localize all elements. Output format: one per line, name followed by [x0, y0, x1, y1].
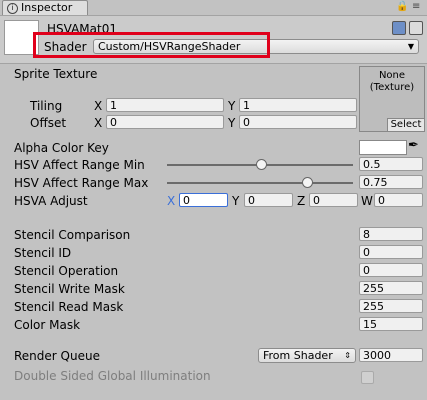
- texture-slot[interactable]: None (Texture) Select: [359, 66, 425, 132]
- book-icon[interactable]: [392, 21, 406, 35]
- hsv-max-field[interactable]: 0.75: [359, 175, 423, 189]
- render-queue-mode-value: From Shader: [263, 349, 333, 362]
- offset-x-label: X: [94, 116, 103, 130]
- texture-none-label: None (Texture): [369, 70, 415, 93]
- stencil-id-field[interactable]: 0: [359, 245, 423, 259]
- tiling-x-label: X: [94, 99, 103, 113]
- offset-y-field[interactable]: 0: [239, 115, 357, 129]
- color-mask-field[interactable]: 15: [359, 317, 423, 331]
- alpha-color-swatch[interactable]: [359, 140, 407, 155]
- hsv-max-slider-thumb[interactable]: [302, 177, 313, 188]
- tiling-y-label: Y: [228, 99, 236, 113]
- tiling-y-field[interactable]: 1: [239, 98, 357, 112]
- render-queue-field[interactable]: 3000: [359, 348, 423, 362]
- tab-label: Inspector: [21, 1, 73, 14]
- tab-inspector[interactable]: i Inspector: [2, 0, 88, 15]
- menu-icon[interactable]: ≡: [412, 1, 420, 12]
- stencil-operation-field[interactable]: 0: [359, 263, 423, 277]
- sprite-texture-label: Sprite Texture: [14, 67, 98, 81]
- color-mask-label: Color Mask: [14, 318, 81, 332]
- updown-icon: ⇕: [344, 351, 351, 360]
- double-sided-gi-label: Double Sided Global Illumination: [14, 369, 211, 383]
- chevron-down-icon: ▼: [407, 42, 414, 51]
- lock-icon[interactable]: 🔒: [396, 1, 408, 12]
- stencil-write-mask-field[interactable]: 255: [359, 281, 423, 295]
- stencil-write-mask-label: Stencil Write Mask: [14, 282, 125, 296]
- hsv-min-label: HSV Affect Range Min: [14, 158, 145, 172]
- inspector-icon: i: [7, 3, 18, 14]
- double-sided-gi-checkbox[interactable]: [361, 371, 374, 384]
- hsva-z-label: Z: [297, 194, 306, 208]
- hsva-y-field[interactable]: 0: [244, 193, 293, 207]
- hsv-max-slider-track[interactable]: [167, 182, 353, 184]
- stencil-comparison-label: Stencil Comparison: [14, 228, 131, 242]
- hsva-adjust-label: HSVA Adjust: [14, 194, 88, 208]
- tiling-label: Tiling: [30, 99, 63, 113]
- offset-y-label: Y: [228, 116, 236, 130]
- gear-icon[interactable]: [409, 21, 423, 35]
- highlight-box: [33, 32, 270, 58]
- offset-label: Offset: [30, 116, 67, 130]
- render-queue-mode-dropdown[interactable]: From Shader ⇕: [258, 348, 356, 363]
- stencil-read-mask-field[interactable]: 255: [359, 299, 423, 313]
- stencil-id-label: Stencil ID: [14, 246, 72, 260]
- hsva-x-label: X: [167, 194, 176, 208]
- hsva-z-field[interactable]: 0: [309, 193, 358, 207]
- stencil-comparison-field[interactable]: 8: [359, 227, 423, 241]
- hsva-x-field[interactable]: 0: [179, 193, 228, 207]
- hsva-w-field[interactable]: 0: [374, 193, 423, 207]
- hsv-min-field[interactable]: 0.5: [359, 157, 423, 171]
- hsv-max-label: HSV Affect Range Max: [14, 176, 149, 190]
- stencil-operation-label: Stencil Operation: [14, 264, 119, 278]
- eyedropper-icon[interactable]: ✒: [408, 138, 419, 153]
- tiling-x-field[interactable]: 1: [106, 98, 224, 112]
- hsva-w-label: W: [361, 194, 373, 208]
- select-texture-button[interactable]: Select: [387, 118, 424, 131]
- hsva-y-label: Y: [232, 194, 240, 208]
- offset-x-field[interactable]: 0: [106, 115, 224, 129]
- alpha-color-key-label: Alpha Color Key: [14, 141, 109, 155]
- render-queue-label: Render Queue: [14, 349, 100, 363]
- stencil-read-mask-label: Stencil Read Mask: [14, 300, 124, 314]
- hsv-min-slider-thumb[interactable]: [255, 159, 267, 170]
